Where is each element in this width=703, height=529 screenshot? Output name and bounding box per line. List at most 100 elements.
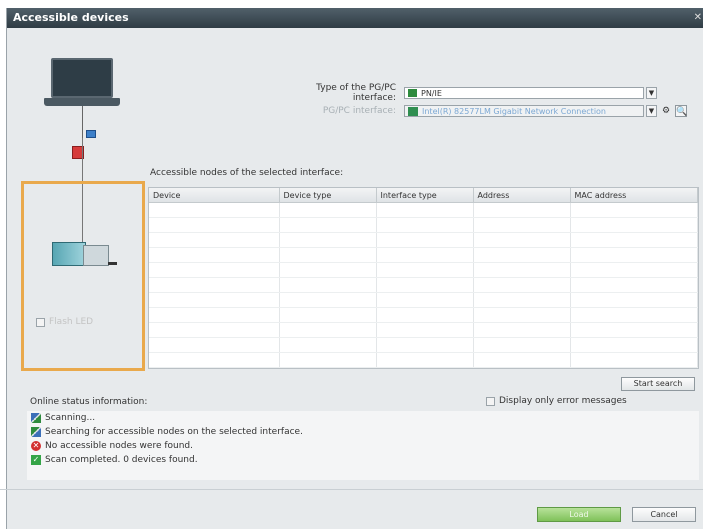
pg-laptop-icon — [51, 58, 113, 98]
status-message: Searching for accessible nodes on the se… — [27, 425, 699, 439]
table-cell — [570, 352, 698, 368]
table-cell — [473, 247, 571, 263]
interface-type-value: PN/IE — [421, 88, 442, 98]
table-cell — [473, 277, 571, 293]
table-cell — [376, 247, 474, 263]
column-header-device[interactable]: Device — [149, 188, 280, 203]
table-cell — [570, 292, 698, 308]
table-cell — [473, 232, 571, 248]
online-status-list: Scanning... Searching for accessible nod… — [27, 411, 699, 480]
interface-type-label: Type of the PG/PC interface: — [316, 83, 396, 103]
table-cell — [376, 232, 474, 248]
table-cell — [570, 217, 698, 233]
accessible-nodes-caption: Accessible nodes of the selected interfa… — [150, 168, 344, 178]
pgpc-interface-row: PG/PC interface: Intel(R) 82577LM Gigabi… — [289, 105, 687, 117]
error-icon: ✕ — [31, 441, 41, 451]
table-row — [149, 247, 698, 263]
column-header-device-type[interactable]: Device type — [279, 188, 377, 203]
table-cell — [376, 262, 474, 278]
accessible-nodes-table[interactable]: Device Device type Interface type Addres… — [148, 187, 699, 369]
table-cell — [149, 337, 280, 353]
success-icon: ✓ — [31, 455, 41, 465]
table-cell — [149, 367, 280, 368]
close-icon[interactable]: ✕ — [694, 8, 702, 28]
table-cell — [149, 352, 280, 368]
table-cell — [149, 262, 280, 278]
search-network-icon — [31, 427, 41, 437]
table-row — [149, 217, 698, 233]
table-cell — [473, 307, 571, 323]
table-cell — [570, 307, 698, 323]
table-cell — [279, 337, 377, 353]
pgpc-interface-value: Intel(R) 82577LM Gigabit Network Connect… — [422, 106, 606, 116]
table-cell — [149, 247, 280, 263]
table-cell — [473, 352, 571, 368]
interface-type-select[interactable]: PN/IE — [404, 87, 644, 99]
search-icon[interactable]: 🔍 — [675, 105, 687, 117]
table-cell — [279, 247, 377, 263]
table-header-row: Device Device type Interface type Addres… — [149, 188, 698, 203]
plc-module-icon — [83, 245, 109, 266]
network-card-icon — [408, 106, 418, 116]
table-cell — [149, 307, 280, 323]
errors-only-checkbox[interactable] — [486, 396, 495, 406]
table-row — [149, 337, 698, 353]
table-cell — [376, 292, 474, 308]
table-cell — [279, 352, 377, 368]
table-cell — [376, 202, 474, 218]
start-search-button[interactable]: Start search — [621, 377, 695, 391]
table-cell — [473, 337, 571, 353]
plc-rail — [108, 262, 117, 265]
table-cell — [279, 307, 377, 323]
errors-only-option[interactable]: Display only error messages — [486, 396, 627, 406]
table-cell — [279, 217, 377, 233]
table-cell — [570, 322, 698, 338]
table-cell — [570, 277, 698, 293]
load-button[interactable]: Load — [537, 507, 621, 522]
errors-only-label: Display only error messages — [499, 396, 627, 406]
column-header-address[interactable]: Address — [473, 188, 571, 203]
flash-led-label: Flash LED — [49, 317, 94, 327]
table-cell — [376, 277, 474, 293]
table-cell — [279, 202, 377, 218]
table-cell — [376, 217, 474, 233]
column-header-interface-type[interactable]: Interface type — [376, 188, 474, 203]
table-cell — [279, 292, 377, 308]
network-cable — [82, 106, 83, 138]
chevron-down-icon[interactable]: ▼ — [646, 105, 657, 117]
table-cell — [149, 217, 280, 233]
column-header-mac-address[interactable]: MAC address — [570, 188, 698, 203]
table-cell — [473, 202, 571, 218]
flash-led-checkbox[interactable] — [36, 317, 45, 327]
table-cell — [473, 322, 571, 338]
dialog-title-bar[interactable]: Accessible devices ✕ — [7, 8, 703, 28]
cancel-button[interactable]: Cancel — [632, 507, 696, 522]
footer-divider — [0, 489, 703, 490]
table-row — [149, 352, 698, 368]
interface-plug-icon — [86, 130, 96, 138]
table-cell — [376, 307, 474, 323]
table-cell — [570, 367, 698, 368]
table-cell — [376, 367, 474, 368]
table-cell — [279, 232, 377, 248]
table-cell — [473, 292, 571, 308]
table-cell — [279, 262, 377, 278]
table-cell — [376, 337, 474, 353]
table-cell — [279, 277, 377, 293]
table-cell — [149, 202, 280, 218]
chevron-down-icon[interactable]: ▼ — [646, 87, 657, 99]
target-device-frame — [21, 181, 145, 371]
online-status-title: Online status information: — [30, 397, 148, 407]
status-message: ✕ No accessible nodes were found. — [27, 439, 699, 453]
table-cell — [376, 352, 474, 368]
table-cell — [570, 247, 698, 263]
table-cell — [149, 277, 280, 293]
status-text: Scan completed. 0 devices found. — [45, 455, 198, 465]
table-cell — [570, 337, 698, 353]
table-row — [149, 322, 698, 338]
pgpc-interface-select[interactable]: Intel(R) 82577LM Gigabit Network Connect… — [404, 105, 644, 117]
dialog-title: Accessible devices — [13, 11, 129, 24]
table-row — [149, 232, 698, 248]
flash-led-option[interactable]: Flash LED — [36, 317, 93, 327]
settings-icon[interactable]: ⚙ — [660, 105, 672, 117]
